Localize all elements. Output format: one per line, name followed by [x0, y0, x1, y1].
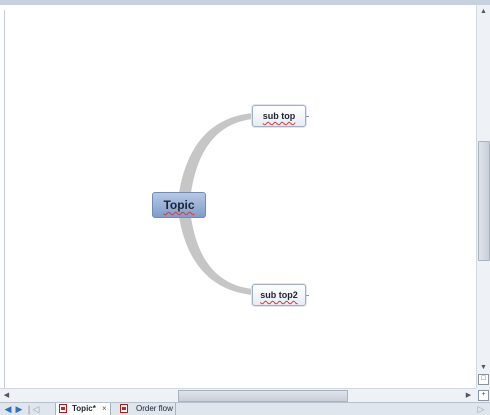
- zoom-fit-icon[interactable]: □: [478, 374, 489, 385]
- central-topic-label: Topic: [163, 198, 195, 212]
- vertical-scroll-thumb[interactable]: [478, 141, 490, 261]
- scroll-up-icon[interactable]: ▲: [477, 5, 490, 18]
- zoom-in-icon[interactable]: +: [478, 390, 489, 401]
- connector-to-sub-top: [179, 113, 253, 193]
- mindmap-document-icon: [59, 404, 67, 413]
- connector-to-sub-top2: [179, 217, 253, 295]
- horizontal-scrollbar[interactable]: ◀ ▶: [0, 388, 476, 402]
- connector-layer: [179, 113, 253, 295]
- scroll-down-icon[interactable]: ▼: [477, 361, 490, 374]
- tab-scroll-right-icon[interactable]: ▷: [476, 403, 486, 415]
- document-window: Topic sub top sub top2 ▲ ▼ □ ◀ ▶ + ◀ ▶ |…: [0, 0, 490, 415]
- subtopic-label: sub top2: [260, 290, 298, 300]
- collapse-handle[interactable]: [306, 116, 309, 117]
- scroll-left-icon[interactable]: ◀: [0, 389, 13, 402]
- subtopic-node-sub-top[interactable]: sub top: [252, 105, 306, 127]
- back-arrow-icon[interactable]: ◀: [3, 403, 13, 415]
- tab-label: Order flow: [136, 404, 173, 413]
- mindmap-document-icon: [120, 404, 128, 413]
- tab-scroll-left-icon[interactable]: ◁: [31, 403, 41, 415]
- mindmap-canvas[interactable]: Topic sub top sub top2: [4, 10, 477, 388]
- tab-label: Topic*: [72, 404, 96, 413]
- tab-order-flow[interactable]: Order flow: [116, 403, 176, 415]
- subtopic-label: sub top: [262, 111, 296, 121]
- subtopic-node-sub-top2[interactable]: sub top2: [252, 284, 306, 306]
- horizontal-scroll-thumb[interactable]: [178, 390, 348, 402]
- scroll-corner: +: [476, 388, 490, 402]
- tab-topic[interactable]: Topic* ×: [55, 403, 111, 415]
- vertical-scrollbar[interactable]: ▲ ▼ □: [476, 5, 490, 388]
- forward-arrow-icon[interactable]: ▶: [14, 403, 24, 415]
- close-tab-icon[interactable]: ×: [102, 403, 107, 415]
- collapse-handle[interactable]: [306, 295, 309, 296]
- central-topic-node[interactable]: Topic: [152, 192, 206, 218]
- scroll-right-icon[interactable]: ▶: [462, 389, 475, 402]
- sheet-tab-bar: ◀ ▶ | ◁ Topic* × Order flow ▷: [0, 402, 490, 415]
